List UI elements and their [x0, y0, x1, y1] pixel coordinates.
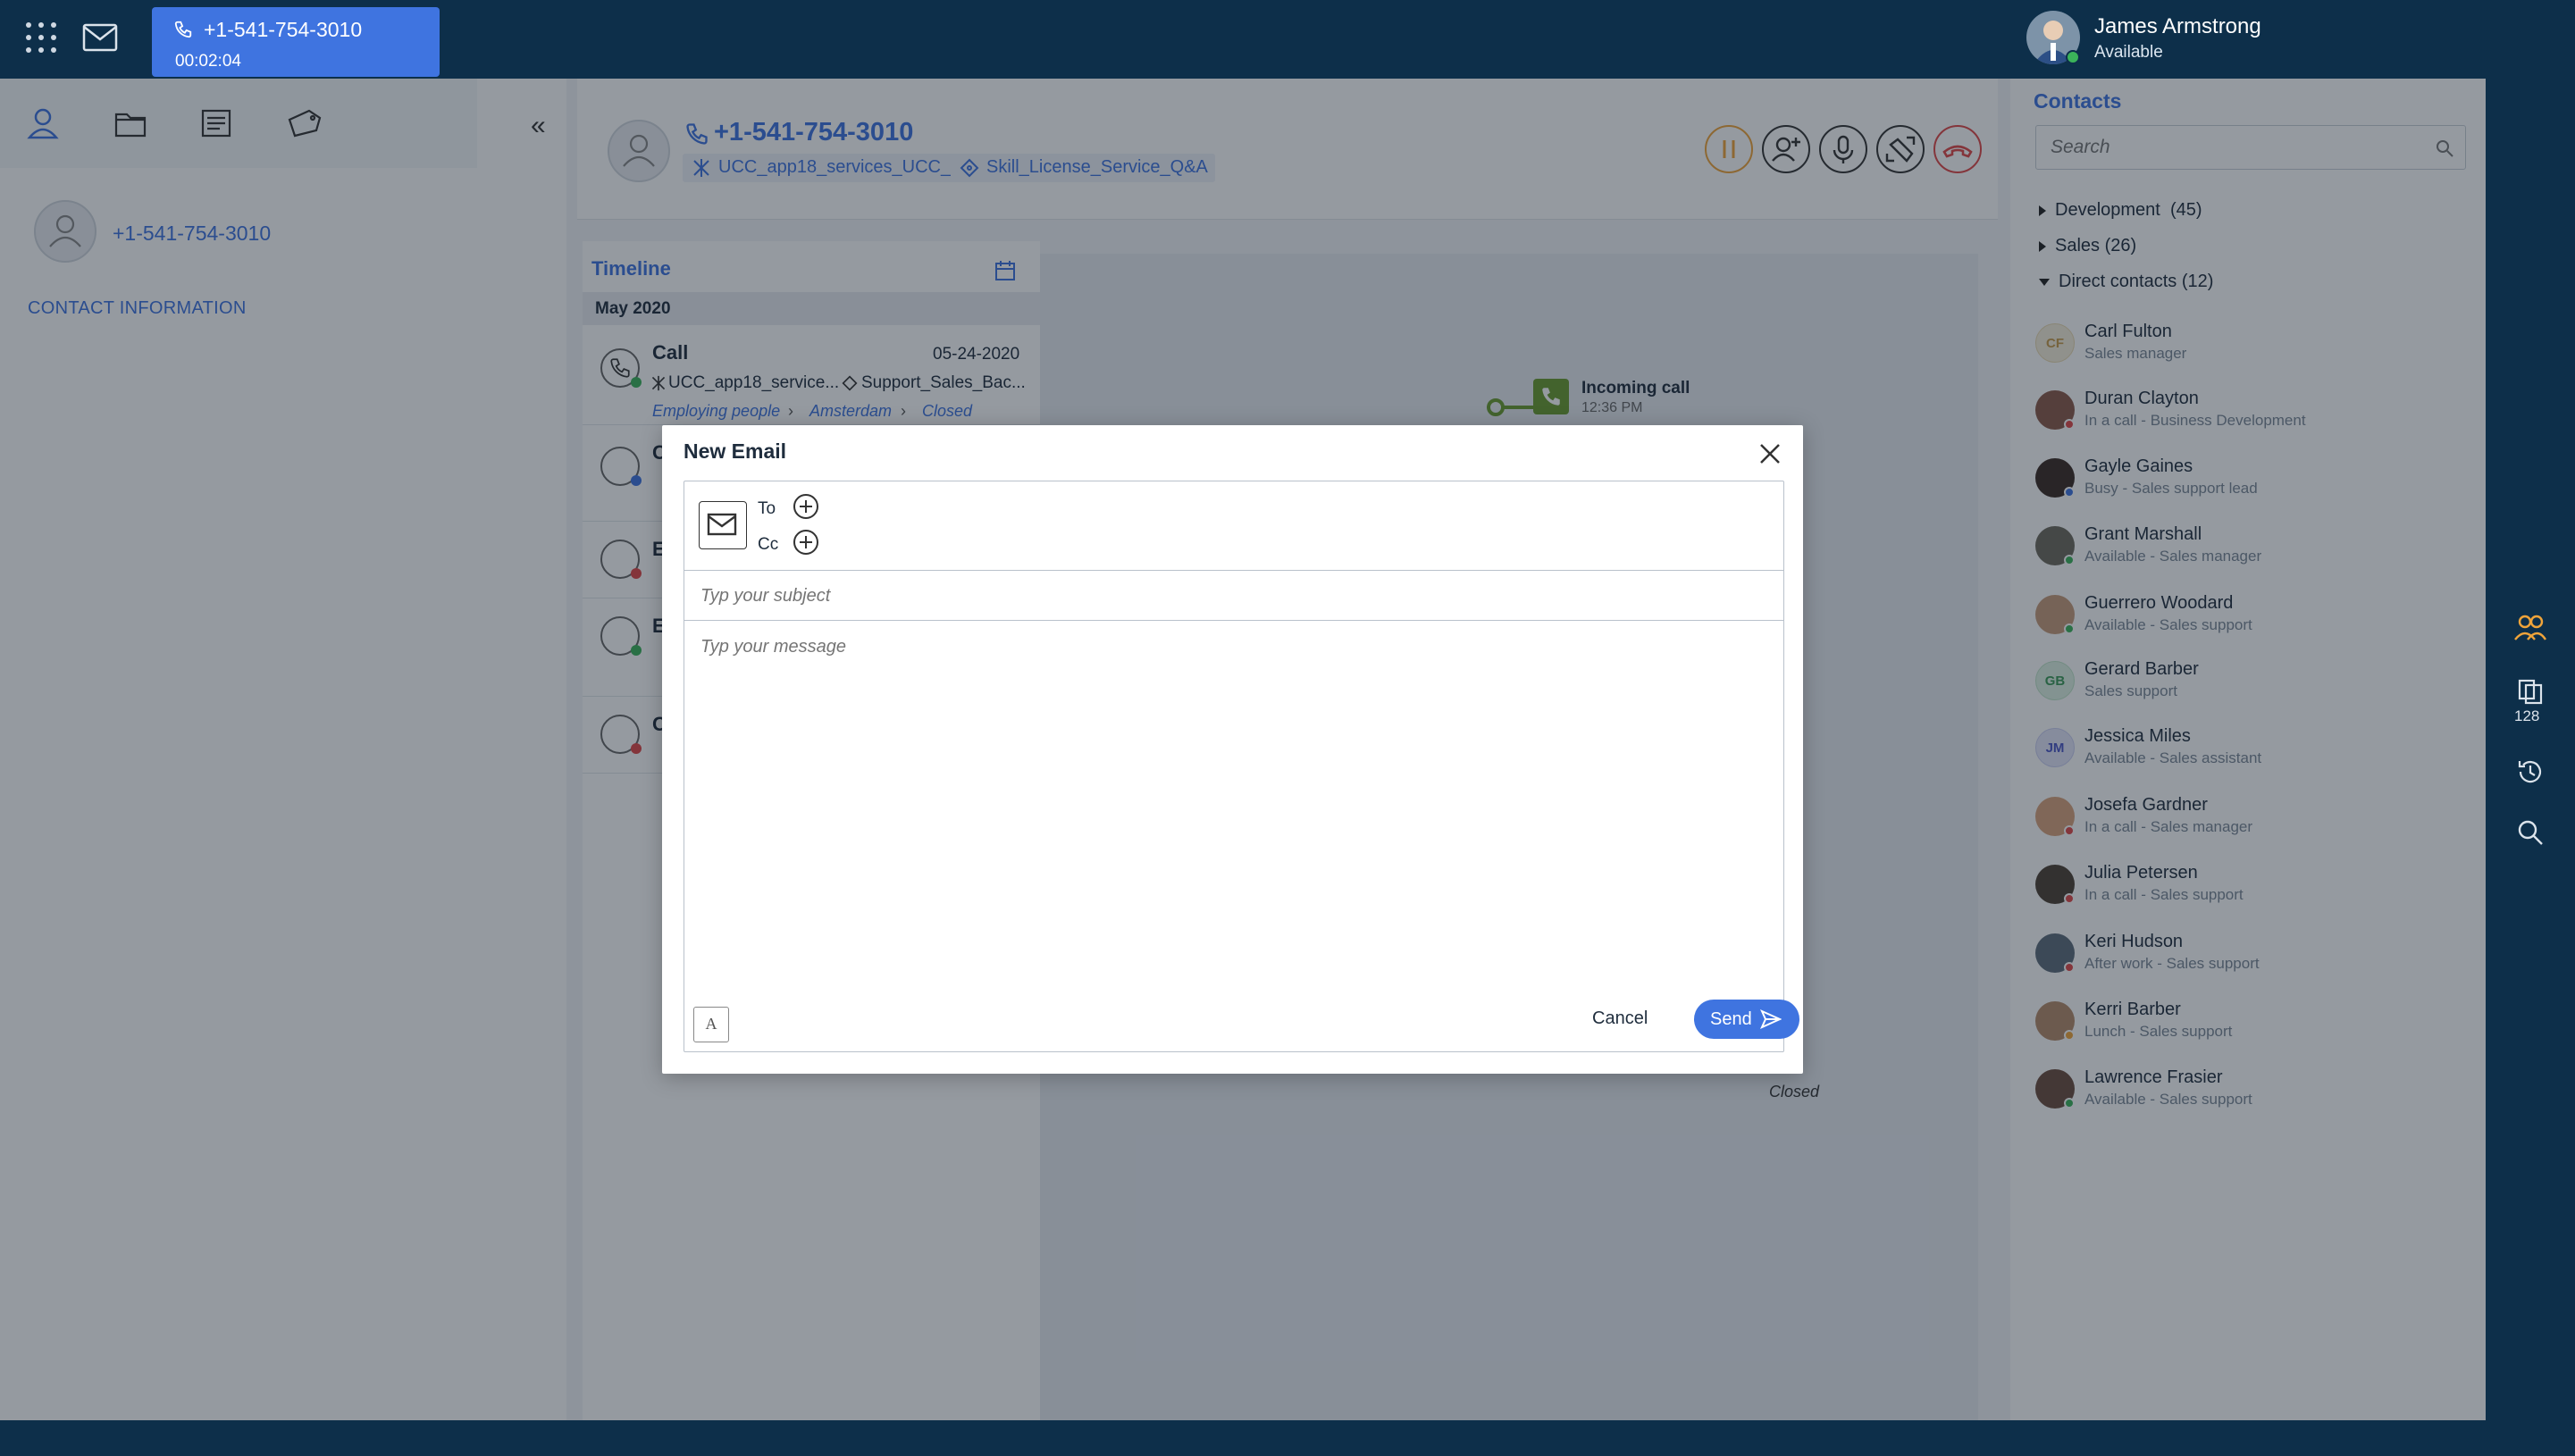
history-icon[interactable]: [2516, 757, 2545, 786]
cc-label: Cc: [758, 535, 779, 554]
contacts-group-icon[interactable]: [2512, 613, 2548, 643]
dialog-title: New Email: [684, 439, 787, 463]
send-button-label: Send: [1710, 1009, 1752, 1029]
text-format-button[interactable]: A: [693, 1007, 729, 1042]
active-call-number: +1-541-754-3010: [204, 18, 363, 41]
recipients-section: To Cc: [684, 481, 1783, 571]
active-call-chip[interactable]: +1-541-754-3010 00:02:04: [152, 7, 440, 77]
cancel-button[interactable]: Cancel: [1592, 1008, 1648, 1029]
user-status: Available: [2094, 43, 2163, 62]
envelope-icon: [699, 501, 747, 549]
copy-icon[interactable]: [2516, 677, 2545, 706]
copy-count: 128: [2514, 707, 2540, 724]
right-rail: 128: [2486, 79, 2575, 1420]
user-name: James Armstrong: [2094, 14, 2261, 38]
email-form: To Cc A Cancel Send: [684, 481, 1799, 1052]
subject-row: [684, 571, 1783, 621]
status-dot: [2066, 50, 2080, 64]
app-grid-icon[interactable]: [23, 20, 59, 55]
search-icon[interactable]: [2516, 818, 2545, 847]
send-button[interactable]: Send: [1694, 1000, 1799, 1039]
subject-input[interactable]: [699, 583, 1762, 608]
bottom-bar: [0, 1420, 2575, 1456]
mail-icon[interactable]: [82, 23, 118, 52]
phone-icon: [173, 20, 193, 39]
send-icon: [1760, 1009, 1782, 1029]
close-icon[interactable]: [1754, 438, 1786, 470]
new-email-dialog: New Email To Cc A Cancel Send: [662, 425, 1803, 1074]
user-profile[interactable]: James Armstrong Available: [2026, 11, 2384, 68]
top-bar: +1-541-754-3010 00:02:04 James Armstrong…: [0, 0, 2575, 79]
to-label: To: [758, 499, 776, 518]
add-to-recipient-button[interactable]: [792, 492, 820, 521]
add-cc-recipient-button[interactable]: [792, 528, 820, 556]
active-call-duration: 00:02:04: [175, 52, 241, 71]
message-input[interactable]: [699, 635, 1767, 975]
